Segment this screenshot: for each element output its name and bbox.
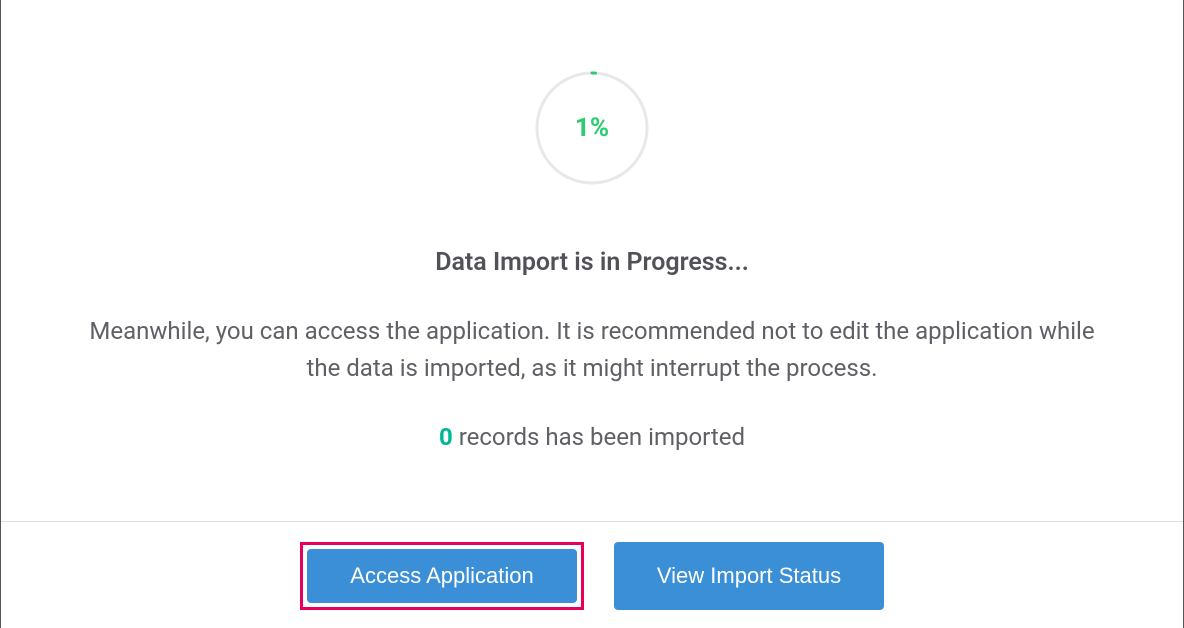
access-application-button[interactable]: Access Application: [307, 549, 577, 603]
description-text: Meanwhile, you can access the applicatio…: [82, 313, 1102, 387]
page-title: Data Import is in Progress...: [435, 248, 749, 277]
records-suffix: records has been imported: [453, 423, 745, 451]
view-import-status-button[interactable]: View Import Status: [614, 542, 884, 610]
highlight-box: Access Application: [300, 542, 584, 610]
records-count: 0: [439, 423, 453, 451]
progress-percent-label: 1%: [575, 113, 609, 143]
import-progress-panel: 1% Data Import is in Progress... Meanwhi…: [1, 0, 1183, 521]
records-imported-line: 0 records has been imported: [439, 423, 745, 451]
footer-actions: Access Application View Import Status: [1, 521, 1183, 628]
progress-circle: 1%: [532, 68, 652, 188]
